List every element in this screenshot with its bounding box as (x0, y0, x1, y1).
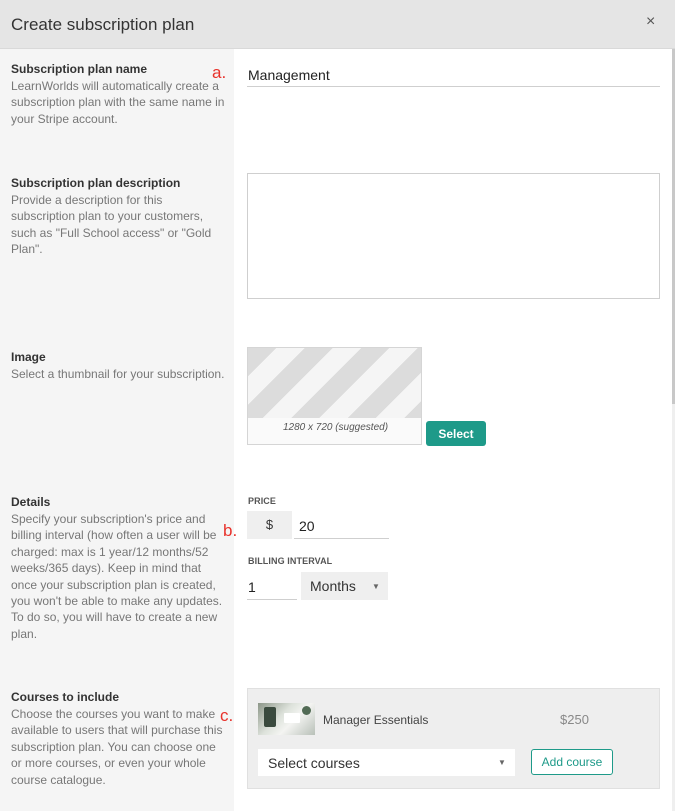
caret-down-icon: ▼ (498, 758, 506, 767)
currency-symbol: $ (247, 511, 292, 539)
desc-line: Provide a description for this (11, 193, 163, 207)
plan-description-heading: Subscription plan description (11, 176, 181, 190)
image-heading: Image (11, 350, 46, 364)
price-input[interactable] (294, 511, 389, 539)
thumbnail-caption: 1280 x 720 (suggested) (282, 422, 389, 433)
annotation-marker-a: a. (212, 63, 227, 82)
interval-unit-select[interactable]: Months ▼ (301, 572, 388, 600)
details-help: Specify your subscription's price and bi… (11, 511, 222, 642)
plan-name-heading: Subscription plan name (11, 62, 148, 76)
desc-line: once your subscription plan is created, (11, 577, 216, 592)
course-thumbnail (258, 703, 315, 735)
select-image-button[interactable]: Select (426, 421, 486, 446)
plan-name-input[interactable] (247, 60, 660, 87)
desc-line: To do so, you will have to create a new (11, 610, 218, 625)
thumbnail-detail (302, 706, 311, 715)
desc-line: Plan". (11, 242, 43, 257)
add-course-button[interactable]: Add course (531, 749, 613, 775)
plan-name-description: LearnWorlds will automatically create a … (11, 78, 224, 127)
thumbnail-detail (264, 707, 276, 727)
billing-interval-label: BILLING INTERVAL (248, 556, 333, 566)
billing-interval-input[interactable] (247, 572, 297, 600)
select-courses-placeholder: Select courses (268, 755, 360, 771)
desc-line: weeks/365 days). Keep in mind that (11, 561, 202, 576)
desc-line: LearnWorlds will automatically create a (11, 79, 219, 93)
select-courses-dropdown[interactable]: Select courses ▼ (258, 749, 515, 776)
courses-panel: Manager Essentials $250 Select courses ▼… (247, 688, 660, 789)
desc-line: course catalogue. (11, 772, 106, 787)
desc-line: you won't be able to make any updates. (11, 594, 223, 609)
desc-line: subscription plan to your customers, (11, 209, 204, 224)
course-name: Manager Essentials (323, 713, 429, 727)
desc-line: plan. (11, 626, 38, 641)
desc-line: Choose the courses you want to make (11, 707, 216, 721)
desc-line: charged: max is 1 year/12 months/52 (11, 544, 209, 559)
details-heading: Details (11, 495, 51, 509)
dialog-header: Create subscription plan × (0, 0, 675, 49)
caret-down-icon: ▼ (372, 582, 380, 591)
dialog-title: Create subscription plan (11, 15, 195, 34)
desc-line: Specify your subscription's price and (11, 512, 206, 526)
desc-line: such as "Full School access" or "Gold (11, 225, 212, 240)
plan-description-help: Provide a description for this subscript… (11, 192, 211, 258)
plan-description-textarea[interactable] (247, 173, 660, 299)
desc-line: or more courses, or even your whole (11, 756, 206, 771)
desc-line: Select a thumbnail for your subscription… (11, 367, 225, 381)
courses-help: Choose the courses you want to make avai… (11, 706, 222, 788)
annotation-marker-c: c. (220, 706, 234, 725)
close-icon[interactable]: × (646, 14, 655, 30)
thumbnail-stripes (248, 348, 421, 418)
thumbnail-placeholder: 1280 x 720 (suggested) (247, 347, 422, 445)
thumbnail-detail (284, 713, 300, 723)
annotation-marker-b: b. (223, 521, 238, 540)
image-help: Select a thumbnail for your subscription… (11, 366, 224, 382)
interval-unit-value: Months (310, 578, 356, 594)
desc-line: subscription plan. You can choose one (11, 739, 216, 754)
courses-heading: Courses to include (11, 690, 120, 704)
desc-line: billing interval (how often a user will … (11, 528, 217, 543)
course-price: $250 (560, 712, 589, 727)
desc-line: your Stripe account. (11, 111, 118, 126)
price-label: PRICE (248, 496, 277, 506)
desc-line: subscription plan with the same name in (11, 95, 225, 110)
desc-line: available to users that will purchase th… (11, 723, 223, 738)
